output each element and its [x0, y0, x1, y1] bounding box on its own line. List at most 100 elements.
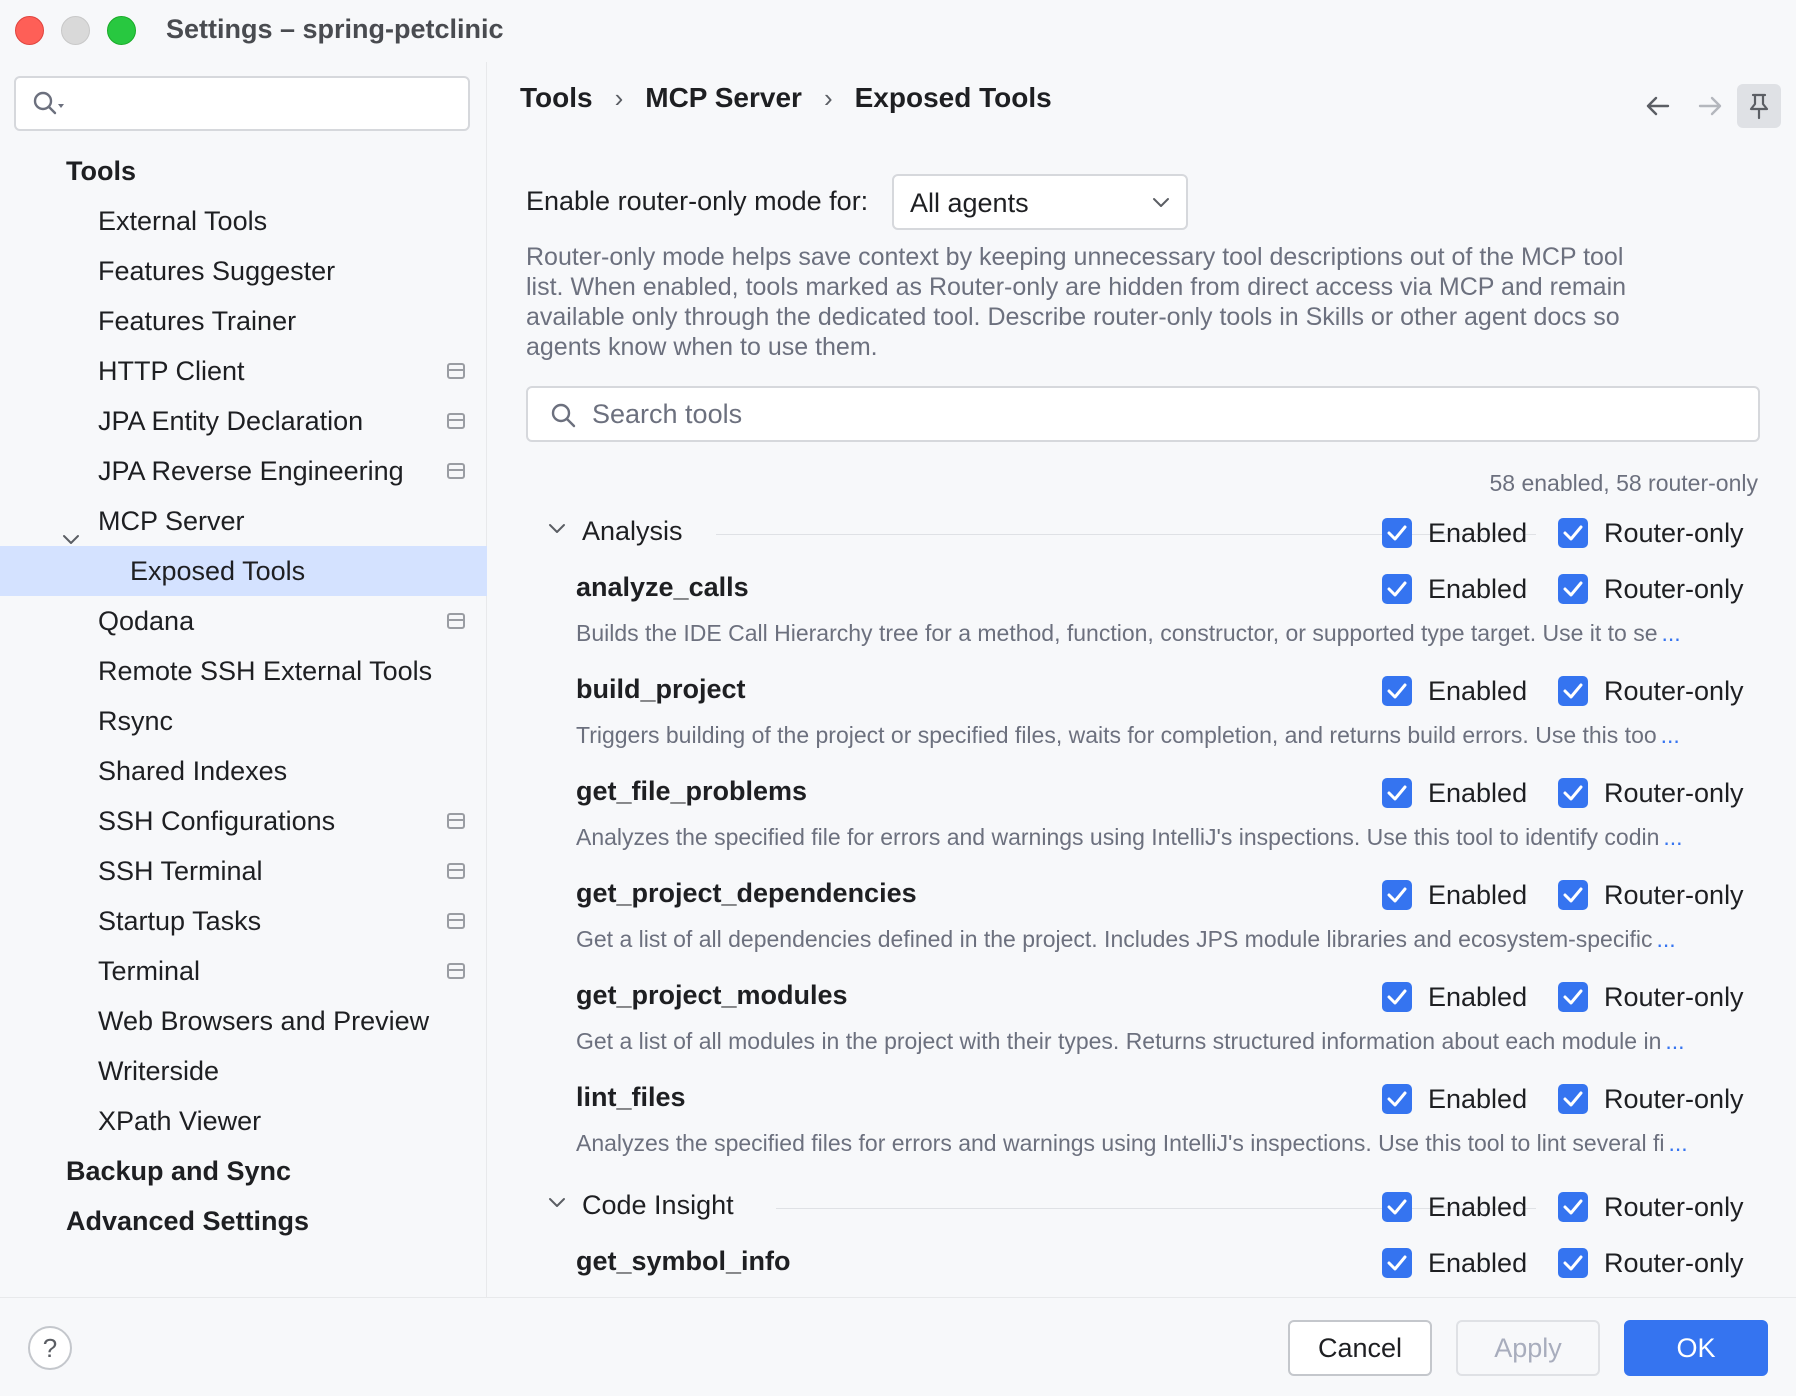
- enabled-checkbox[interactable]: Enabled: [1382, 572, 1527, 606]
- enabled-label: Enabled: [1428, 675, 1528, 706]
- checkbox-checked[interactable]: [1558, 1192, 1588, 1222]
- enabled-checkbox[interactable]: Enabled: [1382, 878, 1527, 912]
- chevron-down-icon[interactable]: [548, 1196, 566, 1215]
- sidebar-item-external-tools[interactable]: External Tools: [0, 196, 487, 246]
- sidebar-item-terminal[interactable]: Terminal: [0, 946, 487, 996]
- sidebar-item-features-trainer[interactable]: Features Trainer: [0, 296, 487, 346]
- router-only-checkbox[interactable]: Router-only: [1558, 674, 1744, 708]
- tool-search-input[interactable]: [592, 396, 1742, 432]
- checkbox-checked[interactable]: [1382, 982, 1412, 1012]
- sidebar-item-rsync[interactable]: Rsync: [0, 696, 487, 746]
- sidebar-item-label: Backup and Sync: [66, 1156, 292, 1186]
- checkbox-checked[interactable]: [1382, 518, 1412, 548]
- sidebar-item-tools[interactable]: Tools: [0, 146, 487, 196]
- tool-description: Get a list of all dependencies defined i…: [576, 926, 1676, 953]
- checkbox-checked[interactable]: [1382, 880, 1412, 910]
- tool-group-code-insight: Code Insight Enabled Router-only: [488, 1176, 1796, 1238]
- sidebar-item-label: JPA Entity Declaration: [98, 406, 364, 436]
- tool-search-field[interactable]: [526, 386, 1760, 442]
- breadcrumb: Tools › MCP Server › Exposed Tools: [520, 82, 1052, 114]
- pin-icon[interactable]: [1737, 84, 1781, 128]
- sidebar-item-label: SSH Terminal: [98, 856, 263, 886]
- checkbox-checked[interactable]: [1382, 1192, 1412, 1222]
- apply-button[interactable]: Apply: [1456, 1320, 1600, 1376]
- enabled-checkbox[interactable]: Enabled: [1382, 1246, 1527, 1280]
- checkbox-checked[interactable]: [1382, 676, 1412, 706]
- settings-content: Tools › MCP Server › Exposed Tools Enable ro…: [488, 62, 1796, 1297]
- sidebar-item-features-suggester[interactable]: Features Suggester: [0, 246, 487, 296]
- expand-description-link[interactable]: ...: [1665, 1028, 1684, 1054]
- chevron-down-icon[interactable]: [548, 522, 566, 541]
- enabled-checkbox[interactable]: Enabled: [1382, 980, 1527, 1014]
- cancel-button[interactable]: Cancel: [1288, 1320, 1432, 1376]
- router-only-checkbox[interactable]: Router-only: [1558, 1190, 1744, 1224]
- tool-description: Get a list of all modules in the project…: [576, 1028, 1685, 1055]
- checkbox-checked[interactable]: [1558, 880, 1588, 910]
- sidebar-item-jpa-entity-declaration[interactable]: JPA Entity Declaration: [0, 396, 487, 446]
- minimize-window-button[interactable]: [61, 16, 90, 45]
- router-only-checkbox[interactable]: Router-only: [1558, 1246, 1744, 1280]
- sidebar-item-label: Shared Indexes: [98, 756, 288, 786]
- sidebar-item-startup-tasks[interactable]: Startup Tasks: [0, 896, 487, 946]
- sidebar-item-jpa-reverse-engineering[interactable]: JPA Reverse Engineering: [0, 446, 487, 496]
- router-only-checkbox[interactable]: Router-only: [1558, 1082, 1744, 1116]
- project-level-icon: [447, 913, 465, 929]
- checkbox-checked[interactable]: [1558, 778, 1588, 808]
- tool-counts: 58 enabled, 58 router-only: [1489, 470, 1758, 496]
- breadcrumb-item-tools[interactable]: Tools: [520, 82, 593, 114]
- checkbox-checked[interactable]: [1558, 518, 1588, 548]
- enabled-checkbox[interactable]: Enabled: [1382, 776, 1527, 810]
- sidebar-item-advanced-settings[interactable]: Advanced Settings: [0, 1196, 487, 1246]
- enabled-checkbox[interactable]: Enabled: [1382, 674, 1527, 708]
- project-level-icon: [447, 463, 465, 479]
- sidebar-item-http-client[interactable]: HTTP Client: [0, 346, 487, 396]
- router-only-checkbox[interactable]: Router-only: [1558, 776, 1744, 810]
- enabled-label: Enabled: [1428, 777, 1528, 808]
- expand-description-link[interactable]: ...: [1662, 620, 1681, 646]
- checkbox-checked[interactable]: [1382, 778, 1412, 808]
- router-only-checkbox[interactable]: Router-only: [1558, 572, 1744, 606]
- router-only-checkbox[interactable]: Router-only: [1558, 516, 1744, 550]
- checkbox-checked[interactable]: [1382, 1248, 1412, 1278]
- sidebar-item-exposed-tools[interactable]: Exposed Tools: [0, 546, 487, 596]
- router-only-checkbox[interactable]: Router-only: [1558, 980, 1744, 1014]
- breadcrumb-item-mcp-server[interactable]: MCP Server: [645, 82, 802, 114]
- router-mode-dropdown[interactable]: All agents: [892, 174, 1188, 230]
- checkbox-checked[interactable]: [1558, 676, 1588, 706]
- sidebar-item-mcp-server[interactable]: MCP Server: [0, 496, 487, 546]
- enabled-checkbox[interactable]: Enabled: [1382, 1082, 1527, 1116]
- router-only-label: Router-only: [1604, 1083, 1744, 1114]
- sidebar-item-web-browsers-and-preview[interactable]: Web Browsers and Preview: [0, 996, 487, 1046]
- sidebar-item-xpath-viewer[interactable]: XPath Viewer: [0, 1096, 487, 1146]
- maximize-window-button[interactable]: [107, 16, 136, 45]
- enabled-checkbox[interactable]: Enabled: [1382, 1190, 1527, 1224]
- sidebar-item-ssh-terminal[interactable]: SSH Terminal: [0, 846, 487, 896]
- checkbox-checked[interactable]: [1558, 1248, 1588, 1278]
- router-only-checkbox[interactable]: Router-only: [1558, 878, 1744, 912]
- enabled-label: Enabled: [1428, 573, 1528, 604]
- checkbox-checked[interactable]: [1558, 574, 1588, 604]
- enabled-checkbox[interactable]: Enabled: [1382, 516, 1527, 550]
- back-arrow-icon[interactable]: [1638, 86, 1678, 126]
- ok-button[interactable]: OK: [1624, 1320, 1768, 1376]
- sidebar-item-label: Features Trainer: [98, 306, 297, 336]
- checkbox-checked[interactable]: [1558, 982, 1588, 1012]
- sidebar-item-shared-indexes[interactable]: Shared Indexes: [0, 746, 487, 796]
- expand-description-link[interactable]: ...: [1661, 722, 1680, 748]
- chevron-down-icon: [1153, 198, 1169, 207]
- help-button[interactable]: ?: [28, 1326, 72, 1370]
- checkbox-checked[interactable]: [1382, 1084, 1412, 1114]
- close-window-button[interactable]: [15, 16, 44, 45]
- sidebar-item-qodana[interactable]: Qodana: [0, 596, 487, 646]
- sidebar-item-remote-ssh-external-tools[interactable]: Remote SSH External Tools: [0, 646, 487, 696]
- expand-description-link[interactable]: ...: [1668, 1130, 1687, 1156]
- checkbox-checked[interactable]: [1558, 1084, 1588, 1114]
- settings-search-input[interactable]: [14, 76, 470, 131]
- sidebar-item-backup-and-sync[interactable]: Backup and Sync: [0, 1146, 487, 1196]
- sidebar-item-writerside[interactable]: Writerside: [0, 1046, 487, 1096]
- expand-description-link[interactable]: ...: [1656, 926, 1675, 952]
- checkbox-checked[interactable]: [1382, 574, 1412, 604]
- expand-description-link[interactable]: ...: [1663, 824, 1682, 850]
- sidebar-item-ssh-configurations[interactable]: SSH Configurations: [0, 796, 487, 846]
- forward-arrow-icon[interactable]: [1690, 86, 1730, 126]
